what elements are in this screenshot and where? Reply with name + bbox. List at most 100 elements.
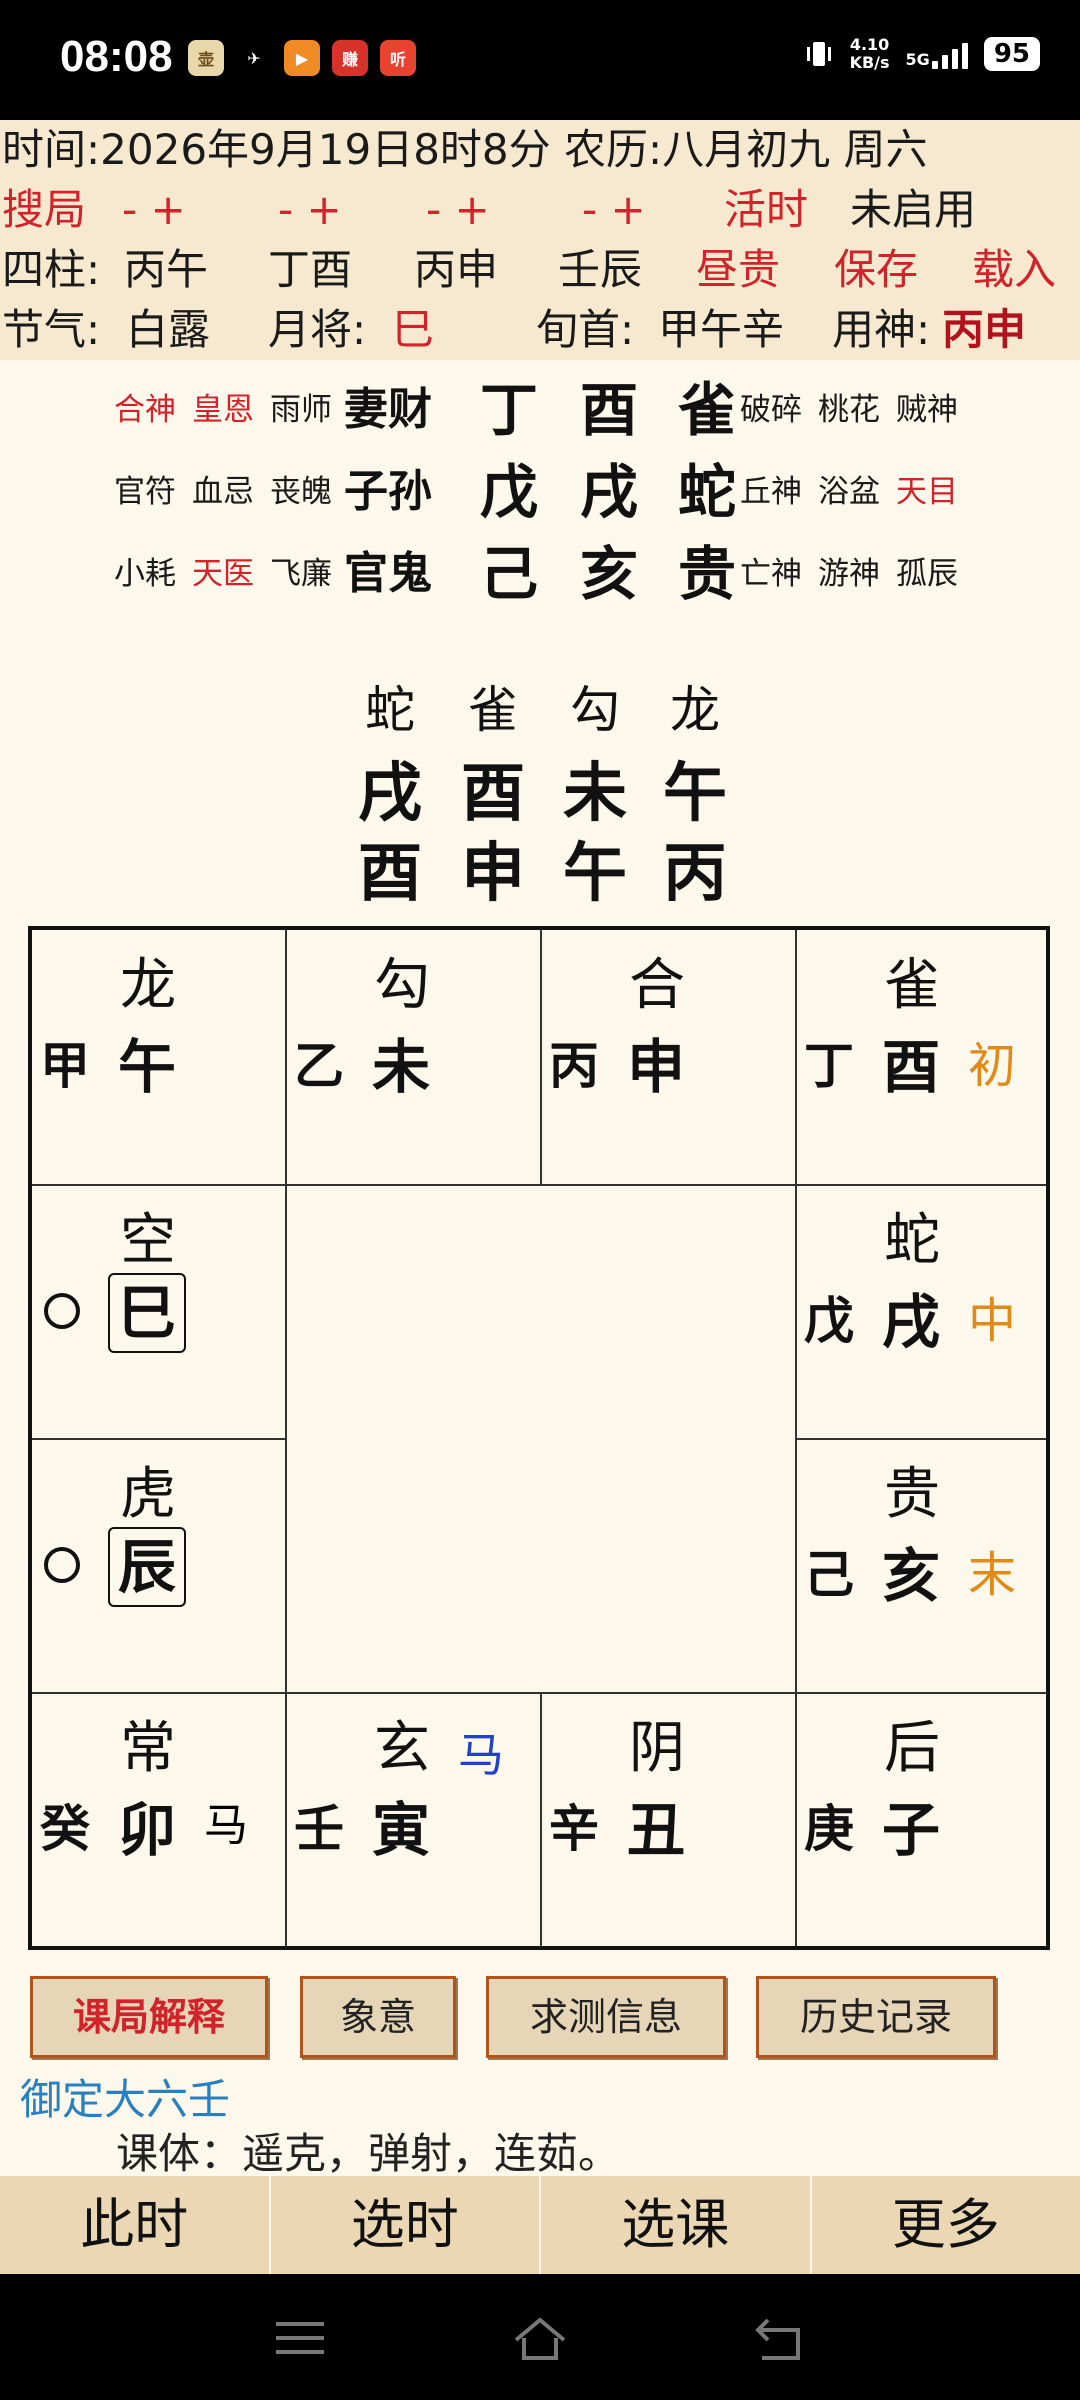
- cell-branch: 亥: [882, 1542, 941, 1610]
- pm-group-2[interactable]: - +: [278, 180, 342, 240]
- ke-lower-4: 丙: [663, 836, 727, 911]
- cell-general: 贵: [884, 1462, 940, 1527]
- cell-stem: 辛: [549, 1800, 599, 1858]
- search-row: 搜局 - + - + - + - + 活时 未启用: [2, 180, 1080, 240]
- plate-cell-shen[interactable]: 合 丙 申: [541, 930, 795, 1184]
- cell-branch: 申: [627, 1033, 686, 1101]
- query-info-button[interactable]: 求测信息: [486, 1976, 726, 2058]
- shensha-label: 亡神: [740, 556, 802, 592]
- imagery-button[interactable]: 象意: [300, 1976, 456, 2058]
- cell-stem: 戊: [804, 1292, 854, 1350]
- pm-group-3[interactable]: - +: [426, 180, 490, 240]
- initial-transmission-mark: 初: [968, 1038, 1017, 1094]
- cell-branch: 寅: [372, 1796, 431, 1864]
- term-row: 节气: 白露 月将: 巳 旬首: 甲午辛 用神: 丙申: [2, 300, 1080, 360]
- net-speed: 4.10 KB/s: [849, 35, 890, 72]
- shensha-label: 合神: [114, 392, 176, 428]
- plate-cell-si[interactable]: 空 巳: [32, 1185, 286, 1439]
- history-button[interactable]: 历史记录: [756, 1976, 996, 2058]
- pillar-year: 丙午: [124, 245, 209, 294]
- system-nav-bar: [0, 2274, 1080, 2400]
- lesson-type-text: 课体：遥克，弹射，连茹。: [116, 2129, 621, 2176]
- plate-cell-hai[interactable]: 贵 己 亥 末: [796, 1439, 1050, 1693]
- cell-general: 阴: [629, 1716, 685, 1781]
- transmission-general: 贵: [678, 540, 737, 608]
- plate-cell-yin[interactable]: 玄 马 壬 寅: [286, 1693, 540, 1947]
- cell-stem: 己: [804, 1546, 854, 1604]
- ke-general-3: 勾: [570, 681, 620, 739]
- day-noble-button[interactable]: 昼贵: [696, 240, 780, 300]
- pm-group-4[interactable]: - +: [582, 180, 646, 240]
- ke-general-2: 雀: [468, 681, 518, 739]
- pillars-label: 四柱:: [2, 245, 101, 294]
- shensha-label: 飞廉: [270, 556, 332, 592]
- cell-stem: 壬: [294, 1800, 344, 1858]
- brand-title: 御定大六壬: [20, 2075, 231, 2124]
- ke-upper-3: 未: [563, 756, 627, 831]
- transmission-row: 小耗 天医 飞廉 官鬼己亥贵亡神 游神 孤辰: [0, 534, 1080, 614]
- use-god: 丙申: [942, 305, 1027, 354]
- ke-upper-1: 戌: [358, 756, 422, 831]
- month-general: 巳: [392, 305, 435, 354]
- shensha-label: 皇恩: [192, 392, 254, 428]
- plate-cell-xu[interactable]: 蛇 戊 戌 中: [796, 1185, 1050, 1439]
- plate-cell-you[interactable]: 雀 丁 酉 初: [796, 930, 1050, 1184]
- live-time-button[interactable]: 活时: [724, 180, 808, 240]
- load-button[interactable]: 载入: [972, 240, 1056, 300]
- lesson-explain-button[interactable]: 课局解释: [30, 1976, 268, 2058]
- bottom-tab-bar: 此时 选时 选课 更多: [0, 2176, 1080, 2274]
- tab-select-lesson[interactable]: 选课: [541, 2176, 812, 2274]
- use-god-label: 用神:: [832, 305, 931, 354]
- cell-stem: 甲: [40, 1037, 90, 1095]
- tab-select-time[interactable]: 选时: [271, 2176, 541, 2274]
- ke-lower-3: 午: [563, 836, 627, 911]
- plate-cell-chen[interactable]: 虎 辰: [32, 1439, 286, 1693]
- back-icon[interactable]: [752, 2316, 808, 2364]
- cell-stem: 庚: [804, 1800, 854, 1858]
- ke-lower-1: 酉: [358, 836, 422, 911]
- shensha-label: 浴盆: [818, 474, 880, 510]
- save-button[interactable]: 保存: [834, 240, 918, 300]
- cell-branch: 丑: [627, 1796, 686, 1864]
- pm-group-1[interactable]: - +: [122, 180, 186, 240]
- home-icon[interactable]: [510, 2316, 570, 2364]
- cell-branch: 酉: [882, 1033, 941, 1101]
- pillar-hour: 壬辰: [558, 245, 643, 294]
- middle-transmission-mark: 中: [968, 1293, 1017, 1349]
- plate-cell-mao[interactable]: 常 癸 卯 马: [32, 1693, 286, 1947]
- plate-cell-wu[interactable]: 龙 甲 午: [32, 930, 286, 1184]
- tab-more[interactable]: 更多: [812, 2176, 1080, 2274]
- cell-stem: 乙: [294, 1037, 344, 1095]
- menu-icon[interactable]: [272, 2316, 328, 2360]
- cell-branch: 午: [118, 1033, 177, 1101]
- red-app-icon: 赚: [332, 40, 368, 76]
- cell-branch: 子: [882, 1796, 941, 1864]
- ke-lower-2: 申: [461, 836, 525, 911]
- status-bar: 08:08 壶 ✈ ▶ 赚 听 4.10 KB/s 5G 95: [0, 0, 1080, 120]
- six-kin: 官鬼: [344, 548, 432, 599]
- shensha-label: 丘神: [740, 474, 802, 510]
- video-app-icon: ▶: [284, 40, 320, 76]
- shensha-label: 小耗: [114, 556, 176, 592]
- shensha-label: 桃花: [818, 392, 880, 428]
- transmission-branch: 亥: [580, 540, 639, 608]
- vibrate-icon: [804, 39, 834, 69]
- void-circle-icon: [44, 1547, 80, 1583]
- transmission-row: 合神 皇恩 雨师 妻财丁酉雀破碎 桃花 贼神: [0, 370, 1080, 450]
- cell-branch: 戌: [882, 1288, 941, 1356]
- tab-now[interactable]: 此时: [0, 2176, 271, 2274]
- transmission-row: 官符 血忌 丧魄 子孙戊戌蛇丘神 浴盆 天目: [0, 452, 1080, 532]
- plate-cell-zi[interactable]: 后 庚 子: [796, 1693, 1050, 1947]
- horse-mark: 马: [204, 1800, 248, 1851]
- shensha-label: 贼神: [896, 392, 958, 428]
- shensha-label: 天目: [896, 474, 958, 510]
- transmission-branch: 酉: [580, 376, 639, 444]
- shensha-label: 天医: [192, 556, 254, 592]
- pillar-month: 丁酉: [268, 245, 353, 294]
- plate-cell-chou[interactable]: 阴 辛 丑: [541, 1693, 795, 1947]
- six-kin: 妻财: [344, 384, 432, 435]
- xun-value: 甲午辛: [658, 305, 785, 354]
- cell-branch: 卯: [118, 1796, 177, 1864]
- tian-di-plate: 龙 甲 午 勾 乙 未 合 丙 申 雀 丁 酉 初 空 巳 虎 辰 蛇 戊 戌 …: [28, 926, 1050, 1950]
- plate-cell-wei[interactable]: 勾 乙 未: [286, 930, 540, 1184]
